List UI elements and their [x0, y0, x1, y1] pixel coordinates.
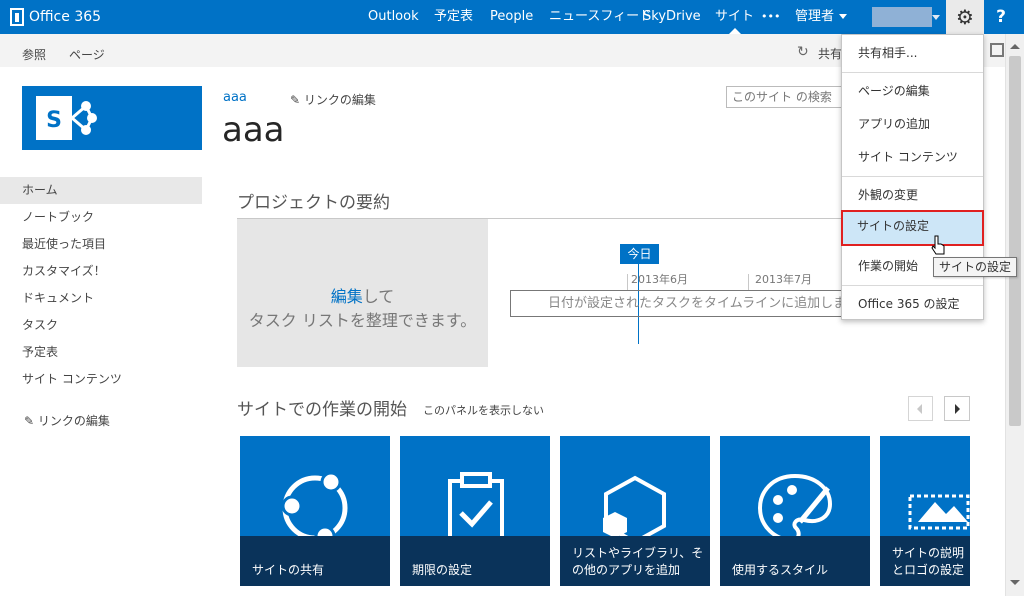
menu-edit-page[interactable]: ページの編集 — [842, 75, 983, 108]
scroll-down-arrow-icon[interactable] — [1010, 580, 1020, 585]
settings-gear-button[interactable]: ⚙ — [946, 0, 984, 34]
sharepoint-logo-icon: S — [36, 96, 97, 140]
menu-separator — [842, 72, 983, 73]
ql-home[interactable]: ホーム — [0, 177, 202, 204]
nav-outlook[interactable]: Outlook — [368, 0, 419, 34]
tab-browse[interactable]: 参照 — [22, 46, 46, 63]
share-icon[interactable]: ↻ — [797, 44, 809, 60]
project-summary-panel: 編集して タスク リストを整理できます。 — [237, 219, 488, 367]
today-badge: 今日 — [620, 244, 659, 264]
hide-panel-link[interactable]: このパネルを表示しない — [423, 402, 544, 418]
tile-label: 使用するスタイル — [732, 563, 829, 577]
add-apps-icon — [603, 475, 666, 545]
clipboard-check-icon — [448, 472, 504, 546]
ql-notebook[interactable]: ノートブック — [0, 204, 202, 231]
menu-separator — [842, 285, 983, 286]
menu-site-contents[interactable]: サイト コンテンツ — [842, 141, 983, 174]
user-name-box[interactable] — [872, 7, 932, 27]
summary-edit-suffix: して — [362, 287, 395, 306]
office365-logo[interactable]: Office 365 — [10, 7, 101, 27]
tile-add-apps[interactable]: リストやライブラリ、その他のアプリを追加 — [560, 436, 710, 586]
site-search-input[interactable]: このサイト の検索 — [726, 86, 846, 108]
tooltip: サイトの設定 — [933, 257, 1018, 277]
ql-calendar[interactable]: 予定表 — [0, 339, 202, 366]
menu-shared-with[interactable]: 共有相手... — [842, 37, 983, 70]
quick-launch: ホーム ノートブック 最近使った項目 カスタマイズ！ ドキュメント タスク 予定… — [0, 177, 202, 393]
timeline-month: 2013年6月 — [631, 273, 688, 286]
edit-links-label: リンクの編集 — [303, 93, 376, 107]
tile-label: サイトの説明とロゴの設定 — [892, 546, 965, 577]
tile-label: リストやライブラリ、その他のアプリを追加 — [572, 546, 704, 577]
menu-add-app[interactable]: アプリの追加 — [842, 108, 983, 141]
share-button[interactable]: 共有 — [818, 45, 842, 62]
menu-site-settings[interactable]: サイトの設定 — [841, 210, 984, 246]
gear-icon: ⚙ — [956, 5, 974, 29]
ql-site-contents[interactable]: サイト コンテンツ — [0, 366, 202, 393]
focus-content-icon[interactable] — [990, 43, 1004, 57]
pencil-icon: ✎ — [24, 414, 38, 428]
ql-customize[interactable]: カスタマイズ！ — [0, 258, 202, 285]
tile-share-site[interactable]: サイトの共有 — [240, 436, 390, 586]
getting-started-heading: サイトでの作業の開始 — [237, 400, 407, 420]
tile-set-deadlines[interactable]: 期限の設定 — [400, 436, 550, 586]
tile-style[interactable]: 使用するスタイル — [720, 436, 870, 586]
tab-page[interactable]: ページ — [69, 46, 105, 63]
ql-recent[interactable]: 最近使った項目 — [0, 231, 202, 258]
ql-edit-links-label: リンクの編集 — [37, 414, 110, 428]
scroll-thumb[interactable] — [1009, 56, 1021, 426]
timeline-tick — [748, 274, 749, 290]
summary-edit-link[interactable]: 編集 — [331, 287, 363, 306]
project-summary-heading: プロジェクトの要約 — [237, 193, 390, 213]
menu-separator — [842, 176, 983, 177]
admin-label: 管理者 — [795, 9, 835, 24]
nav-skydrive[interactable]: SkyDrive — [643, 0, 701, 34]
tile-label: サイトの共有 — [252, 563, 325, 577]
chevron-down-icon — [839, 14, 848, 19]
office-logo-icon — [10, 8, 24, 26]
user-chevron-down-icon[interactable] — [932, 15, 940, 20]
suite-bar: Office 365 Outlook 予定表 People ニュースフィード S… — [0, 0, 1024, 34]
site-logo[interactable]: S — [22, 86, 202, 150]
palette-brush-icon — [757, 473, 833, 543]
previous-arrow-icon[interactable] — [908, 396, 933, 421]
nav-newsfeed[interactable]: ニュースフィード — [549, 0, 652, 34]
timeline-tick — [627, 274, 628, 290]
hand-cursor-icon — [931, 235, 945, 255]
next-arrow-icon[interactable] — [944, 396, 970, 421]
svg-text:S: S — [46, 108, 62, 133]
tile-label: 期限の設定 — [412, 563, 473, 577]
menu-office365-settings[interactable]: Office 365 の設定 — [842, 288, 983, 321]
picture-frame-icon — [908, 494, 970, 530]
admin-menu[interactable]: 管理者 — [795, 0, 848, 34]
edit-links-top[interactable]: ✎ リンクの編集 — [290, 91, 376, 108]
nav-sites[interactable]: サイト — [715, 0, 754, 34]
brand-label: Office 365 — [29, 9, 102, 25]
ql-edit-links[interactable]: ✎ リンクの編集 — [24, 412, 110, 429]
tile-site-description[interactable]: サイトの説明とロゴの設定 — [880, 436, 970, 586]
ql-tasks[interactable]: タスク — [0, 312, 202, 339]
summary-line2: タスク リストを整理できます。 — [248, 311, 477, 330]
nav-calendar[interactable]: 予定表 — [434, 0, 473, 34]
menu-change-look[interactable]: 外観の変更 — [842, 179, 983, 212]
breadcrumb-site-link[interactable]: aaa — [223, 90, 247, 105]
ql-documents[interactable]: ドキュメント — [0, 285, 202, 312]
scroll-up-arrow-icon[interactable] — [1010, 44, 1020, 49]
nav-people[interactable]: People — [490, 0, 533, 34]
settings-menu: 共有相手... ページの編集 アプリの追加 サイト コンテンツ 外観の変更 サイ… — [841, 34, 984, 320]
pencil-icon: ✎ — [290, 93, 304, 107]
help-icon[interactable]: ? — [986, 0, 1016, 34]
nav-more[interactable]: ••• — [761, 0, 780, 34]
timeline-month: 2013年7月 — [755, 273, 812, 286]
share-site-icon — [281, 471, 348, 536]
timeline-bar[interactable]: 日付が設定されたタスクをタイムラインに追加しましょう。 — [510, 290, 847, 317]
site-title[interactable]: aaa — [222, 110, 285, 150]
vertical-scrollbar[interactable] — [1005, 34, 1024, 596]
